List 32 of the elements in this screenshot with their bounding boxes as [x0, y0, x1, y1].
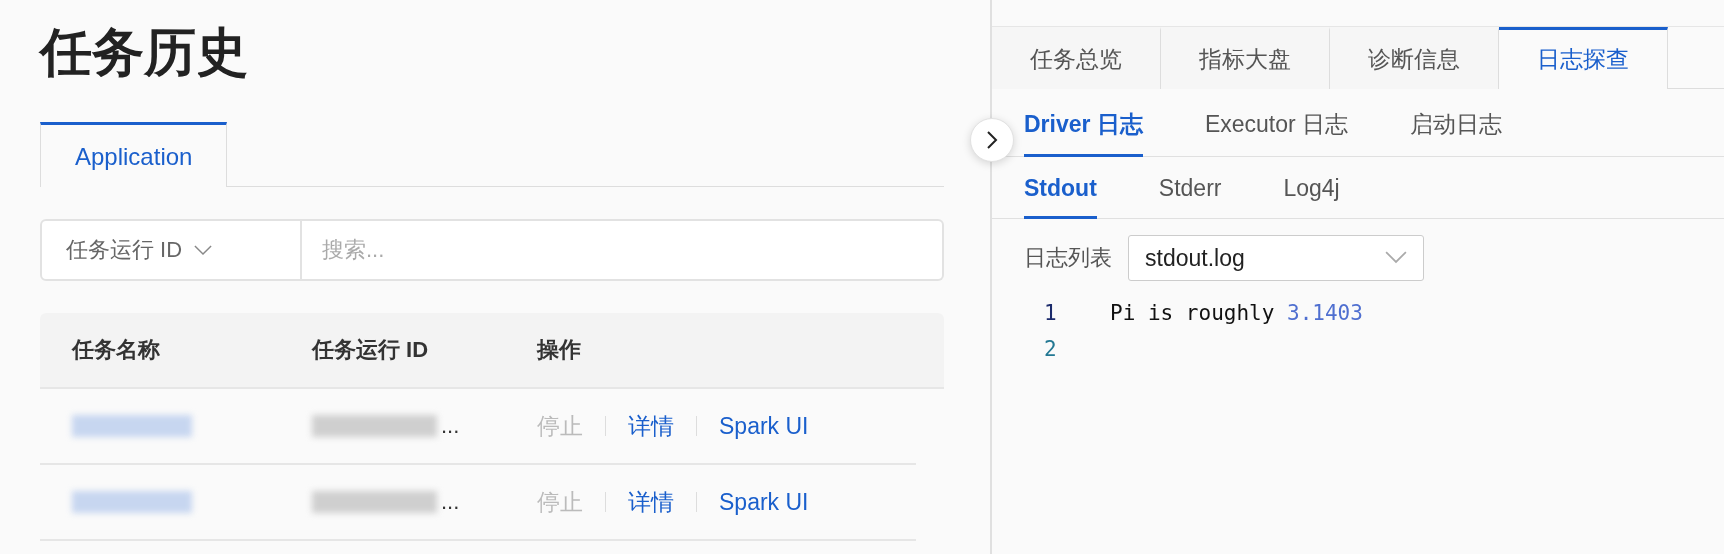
filter-dropdown[interactable]: 任务运行 ID [40, 219, 302, 281]
tab[interactable]: Driver 日志 [1024, 89, 1143, 157]
line-number: 2 [1044, 337, 1058, 361]
chevron-right-icon [986, 130, 998, 150]
tab[interactable]: 日志探查 [1499, 27, 1668, 89]
action-link[interactable]: Spark UI [719, 412, 809, 440]
chevron-down-icon [194, 244, 213, 256]
column-header: 操作 [537, 336, 582, 364]
table-cell: ... [441, 413, 460, 439]
column-header: 任务名称 [72, 336, 161, 364]
tab[interactable]: 启动日志 [1410, 89, 1503, 157]
tab[interactable]: Executor 日志 [1204, 89, 1349, 157]
field-label: 日志列表 [1024, 244, 1112, 272]
tab[interactable]: Stdout [1024, 157, 1097, 219]
action-link[interactable]: Spark UI [719, 488, 809, 516]
tab[interactable]: 任务总览 [992, 27, 1161, 89]
action-link[interactable]: 详情 [628, 486, 674, 518]
table-cell: ... [441, 489, 460, 515]
search-field[interactable]: 搜索... [302, 219, 944, 281]
tab[interactable]: Application [40, 122, 228, 187]
column-header: 任务运行 ID [312, 336, 430, 364]
line-number: 1 [1044, 301, 1058, 325]
tab[interactable]: 指标大盘 [1161, 27, 1330, 89]
collapse-button[interactable] [970, 118, 1014, 162]
code-line: Pi is roughly 3.1403 [1110, 301, 1363, 325]
chevron-down-icon [1385, 251, 1407, 265]
tab[interactable]: 诊断信息 [1330, 27, 1499, 89]
log-file-select[interactable]: stdout.log [1128, 235, 1424, 281]
action-link[interactable]: 详情 [628, 410, 674, 442]
page-title: 任务历史 [40, 22, 249, 82]
tab[interactable]: Log4j [1283, 157, 1340, 219]
tab[interactable]: Stderr [1158, 157, 1222, 219]
